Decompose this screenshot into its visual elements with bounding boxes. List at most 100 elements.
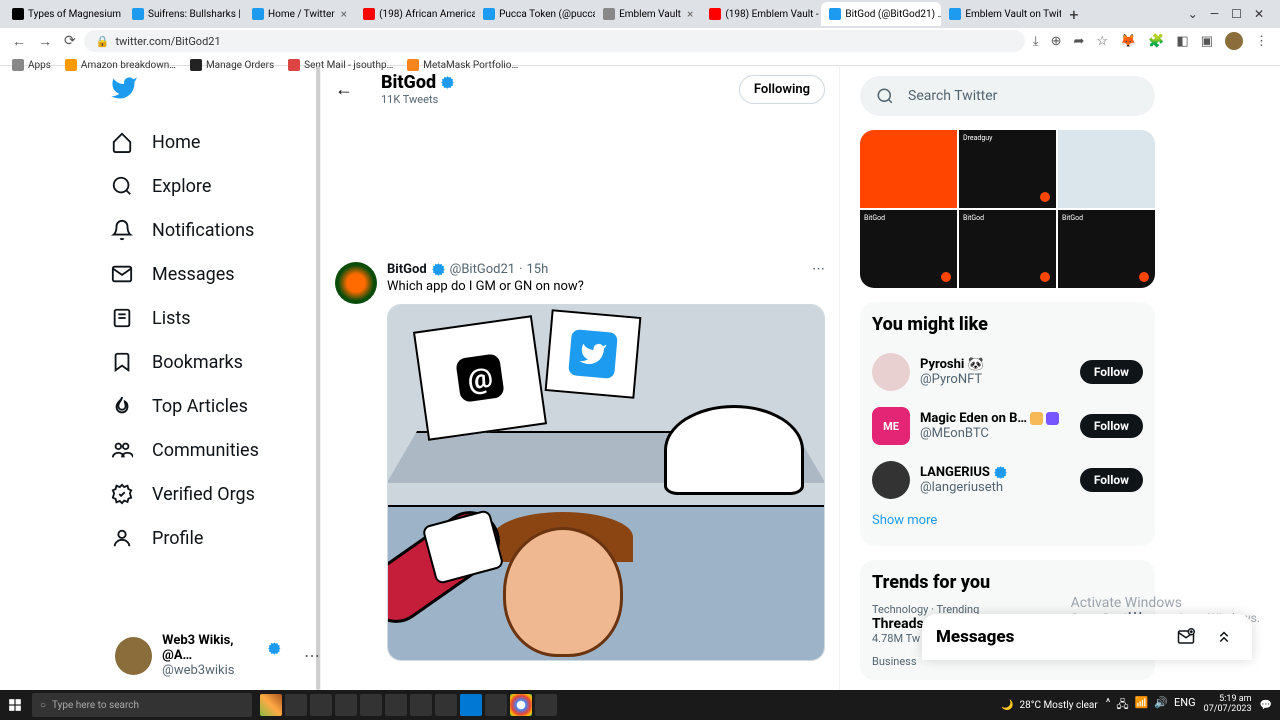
follow-button[interactable]: Follow (1080, 468, 1143, 492)
sidebar-item-messages[interactable]: Messages (110, 252, 320, 296)
minimize-icon[interactable]: — (1210, 7, 1219, 21)
extension-icon[interactable]: 🦊 (1120, 34, 1136, 49)
taskbar-chrome-icon[interactable] (510, 694, 532, 716)
back-arrow-icon[interactable]: ← (335, 79, 353, 100)
start-button[interactable] (0, 690, 30, 720)
follow-button[interactable]: Follow (1080, 414, 1143, 438)
suggestion-row[interactable]: ME Magic Eden on B… @MEonBTC Follow (872, 399, 1143, 453)
new-tab-button[interactable]: + (1061, 5, 1086, 24)
install-icon[interactable]: ⤓ (1033, 34, 1039, 49)
wifi-icon[interactable]: 📶 (1135, 696, 1149, 715)
sidebar-item-profile[interactable]: Profile (110, 516, 320, 560)
browser-tab[interactable]: Types of Magnesium× (4, 2, 124, 26)
sidebar-item-bookmarks[interactable]: Bookmarks (110, 340, 320, 384)
following-button[interactable]: Following (739, 75, 825, 104)
url-input[interactable]: 🔒 twitter.com/BitGod21 (84, 30, 1025, 52)
search-url-icon[interactable]: ⊕ (1051, 34, 1062, 49)
follow-button[interactable]: Follow (1080, 360, 1143, 384)
taskbar-app-icon[interactable] (335, 694, 357, 716)
notifications-icon[interactable]: 💬 (1260, 700, 1272, 711)
verified-icon (110, 482, 134, 506)
taskbar-app-icon[interactable] (260, 694, 282, 716)
main-column: ← BitGod 11K Tweets Following BitGod @Bi… (320, 66, 840, 690)
taskbar-search[interactable]: ○ Type here to search (32, 693, 252, 717)
reload-icon[interactable]: ⟳ (64, 33, 76, 50)
taskbar-app-icon[interactable] (410, 694, 432, 716)
suggestion-row[interactable]: Pyroshi 🐼@PyroNFT Follow (872, 345, 1143, 399)
sidebar-item-home[interactable]: Home (110, 120, 320, 164)
share-icon[interactable]: ➦ (1073, 34, 1084, 49)
taskbar-app-icon[interactable] (460, 694, 482, 716)
tweet-more-icon[interactable]: ⋯ (812, 262, 825, 277)
volume-icon[interactable]: 🔊 (1154, 696, 1168, 715)
taskbar-app-icon[interactable] (485, 694, 507, 716)
language-indicator[interactable]: ENG (1174, 696, 1196, 715)
taskbar-app-icon[interactable] (385, 694, 407, 716)
tweet[interactable]: BitGod @BitGod21 · 15h ⋯ Which app do I … (321, 252, 839, 671)
media-thumbnail[interactable]: BitGod (959, 210, 1056, 288)
browser-tab[interactable]: Pucca Token (@pucca…× (475, 2, 595, 26)
tweet-avatar[interactable] (335, 262, 377, 304)
messages-drawer[interactable]: Messages (922, 614, 1252, 660)
taskbar-app-icon[interactable] (435, 694, 457, 716)
sidebar-item-explore[interactable]: Explore (110, 164, 320, 208)
back-icon[interactable]: ← (12, 33, 26, 50)
profile-media-grid[interactable]: Dreadguy BitGod BitGod BitGod (860, 130, 1155, 288)
twitter-logo-icon[interactable] (110, 74, 138, 102)
forward-icon[interactable]: → (38, 33, 52, 50)
media-thumbnail[interactable]: BitGod (860, 210, 957, 288)
taskbar-clock[interactable]: 5:19 am 07/07/2023 (1204, 695, 1252, 715)
menu-icon[interactable]: ⋮ (1255, 34, 1268, 49)
threads-logo-icon: @ (455, 353, 505, 403)
chevron-up-icon[interactable]: ^ (1106, 696, 1111, 715)
tweet-time[interactable]: 15h (526, 262, 548, 277)
browser-tab[interactable]: (198) Emblem Vault - …× (701, 2, 821, 26)
sidebar-scrollbar[interactable] (316, 66, 320, 690)
close-icon[interactable]: ✕ (1254, 7, 1264, 21)
weather-widget[interactable]: 🌙 28°C Mostly clear (1001, 700, 1098, 711)
search-input[interactable]: Search Twitter (860, 76, 1155, 116)
sidebar-item-communities[interactable]: Communities (110, 428, 320, 472)
browser-tab[interactable]: (198) African America…× (355, 2, 475, 26)
taskbar-app-icon[interactable] (360, 694, 382, 716)
media-thumbnail[interactable] (1058, 130, 1155, 208)
chevron-down-icon[interactable]: ⌄ (1188, 7, 1198, 21)
more-icon[interactable]: ⋯ (304, 646, 320, 665)
tweet-handle[interactable]: @BitGod21 (450, 262, 515, 277)
media-thumbnail[interactable]: Dreadguy (959, 130, 1056, 208)
maximize-icon[interactable]: ☐ (1231, 7, 1242, 21)
profile-avatar-icon[interactable] (1225, 32, 1243, 50)
sidebar-item-lists[interactable]: Lists (110, 296, 320, 340)
star-icon[interactable]: ☆ (1096, 34, 1108, 49)
media-thumbnail[interactable] (860, 130, 957, 208)
extension-icon[interactable]: ◧ (1176, 34, 1188, 49)
network-icon[interactable]: 🖧 (1116, 696, 1128, 715)
browser-tab[interactable]: Emblem Vault on Twit…× (941, 2, 1061, 26)
media-thumbnail[interactable]: BitGod (1058, 210, 1155, 288)
you-might-like-card: You might like Pyroshi 🐼@PyroNFT Follow … (860, 302, 1155, 546)
system-tray[interactable]: ^ 🖧 📶 🔊 ENG (1106, 696, 1196, 715)
show-more-link[interactable]: Show more (872, 507, 1143, 534)
new-message-icon[interactable] (1172, 623, 1200, 651)
browser-tab[interactable]: Emblem Vault× (595, 2, 701, 26)
sidebar-item-verified-orgs[interactable]: Verified Orgs (110, 472, 320, 516)
browser-tab-active[interactable]: BitGod (@BitGod21) …× (821, 2, 941, 26)
expand-drawer-icon[interactable] (1210, 623, 1238, 651)
people-icon (110, 438, 134, 462)
browser-tab[interactable]: Suifrens: Bullsharks | E…× (124, 2, 244, 26)
tweet-media[interactable]: @ (387, 304, 825, 661)
sidebar-user-compact[interactable]: Web3 Wikis, @A… @web3wikis ⋯ (115, 633, 320, 678)
left-sidebar: Home Explore Notifications Messages List… (0, 66, 320, 690)
puzzle-icon[interactable]: 🧩 (1148, 34, 1164, 49)
twitter-logo-icon (568, 329, 618, 379)
home-icon (110, 130, 134, 154)
sidebar-item-top-articles[interactable]: Top Articles (110, 384, 320, 428)
taskbar-app-icon[interactable] (310, 694, 332, 716)
tweet-author-name[interactable]: BitGod (387, 262, 427, 277)
extension-icon[interactable]: ▣ (1201, 34, 1213, 49)
suggestion-row[interactable]: LANGERIUS @langeriuseth Follow (872, 453, 1143, 507)
taskbar-app-icon[interactable] (285, 694, 307, 716)
sidebar-item-notifications[interactable]: Notifications (110, 208, 320, 252)
browser-tab[interactable]: Home / Twitter× (244, 2, 355, 26)
taskbar-app-icon[interactable] (535, 694, 557, 716)
